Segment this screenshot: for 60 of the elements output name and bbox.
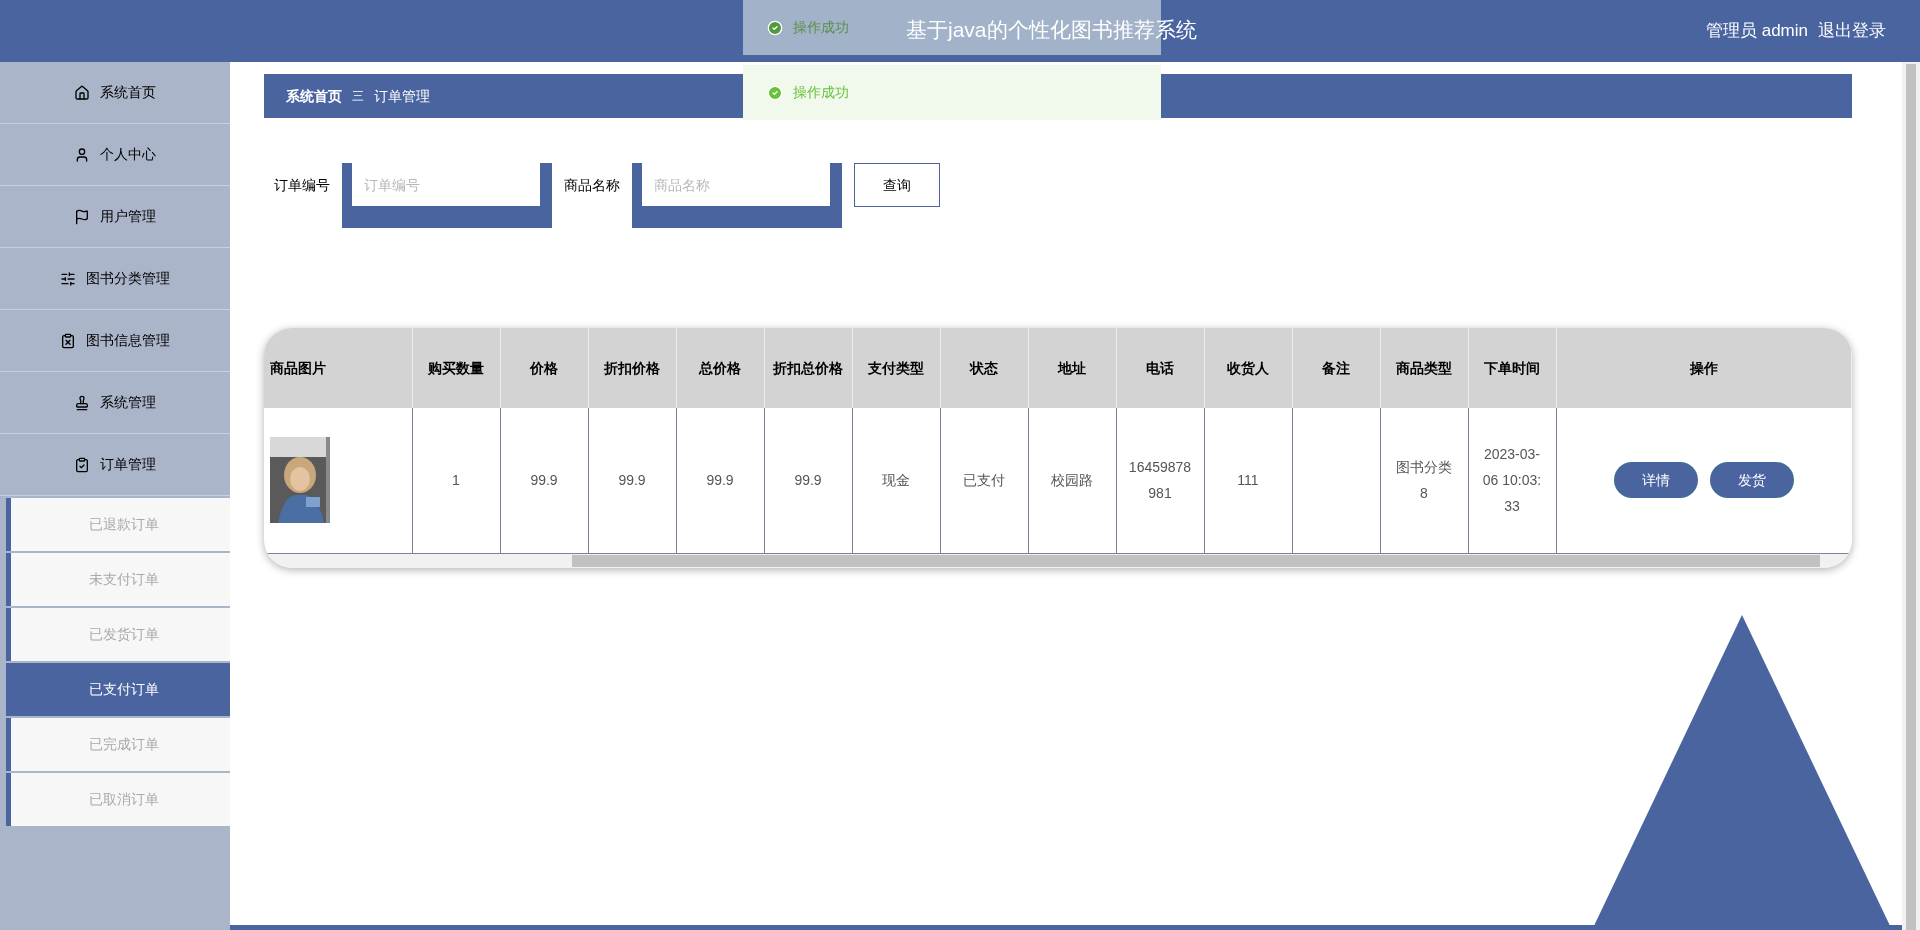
column-header: 支付类型 [852,328,940,408]
home-icon [74,84,90,101]
column-header: 商品图片 [264,328,412,408]
user-label: 管理员 admin [1705,20,1808,43]
breadcrumb-current: 订单管理 [374,86,430,106]
column-header: 购买数量 [412,328,500,408]
breadcrumb-home[interactable]: 系统首页 [286,85,342,107]
table-cell: 已支付 [940,408,1028,553]
column-header: 价格 [500,328,588,408]
clipboard-check-icon [74,456,90,473]
menu-item[interactable]: 订单管理 [0,434,230,496]
menu-item[interactable]: 用户管理 [0,186,230,248]
table-cell: 1 [412,408,500,553]
table-cell: 99.9 [500,408,588,553]
query-button[interactable]: 查询 [854,163,940,207]
app-title: 基于java的个性化图书推荐系统 [906,17,1197,43]
menu-item[interactable]: 系统首页 [0,62,230,124]
column-header: 备注 [1292,328,1380,408]
menu-item[interactable]: 图书信息管理 [0,310,230,372]
user-icon [74,146,90,163]
toast-text: 操作成功 [793,83,849,102]
submenu-item[interactable]: 已支付订单 [6,663,230,716]
breadcrumb-separator: 三 [352,88,364,105]
action-button[interactable]: 详情 [1614,462,1698,499]
table-cell: 现金 [852,408,940,553]
menu-item[interactable]: 个人中心 [0,124,230,186]
column-header: 收货人 [1204,328,1292,408]
stamp-icon [74,394,90,411]
menu-item[interactable]: 系统管理 [0,372,230,434]
clipboard-x-icon [60,332,76,349]
column-header: 状态 [940,328,1028,408]
field-label: 订单编号 [274,175,330,195]
column-header: 地址 [1028,328,1116,408]
table-cell: 2023-03-06 10:03:33 [1468,408,1556,553]
table-cell: 图书分类8 [1380,408,1468,553]
column-header: 商品类型 [1380,328,1468,408]
column-header: 下单时间 [1468,328,1556,408]
toast-text: 操作成功 [793,18,849,37]
table-cell: 99.9 [764,408,852,553]
column-header: 操作 [1556,328,1852,408]
table-cell: 99.9 [588,408,676,553]
column-header: 总价格 [676,328,764,408]
logout-link[interactable]: 退出登录 [1818,18,1886,44]
field-label: 商品名称 [564,175,620,195]
table-cell: 111 [1204,408,1292,553]
search-field[interactable]: 订单编号 [342,163,552,228]
check-icon [767,84,783,101]
column-header: 折扣价格 [588,328,676,408]
check-icon [767,19,783,36]
action-button[interactable]: 发货 [1710,462,1794,499]
table-cell: 校园路 [1028,408,1116,553]
flag-icon [74,208,90,225]
table-cell: 99.9 [676,408,764,553]
search-field[interactable]: 商品名称 [632,163,842,228]
sliders-icon [60,270,76,287]
column-header: 电话 [1116,328,1204,408]
column-header: 折扣总价格 [764,328,852,408]
menu-item[interactable]: 图书分类管理 [0,248,230,310]
page-scrollbar[interactable] [1902,62,1920,930]
table-cell: 16459878981 [1116,408,1204,553]
